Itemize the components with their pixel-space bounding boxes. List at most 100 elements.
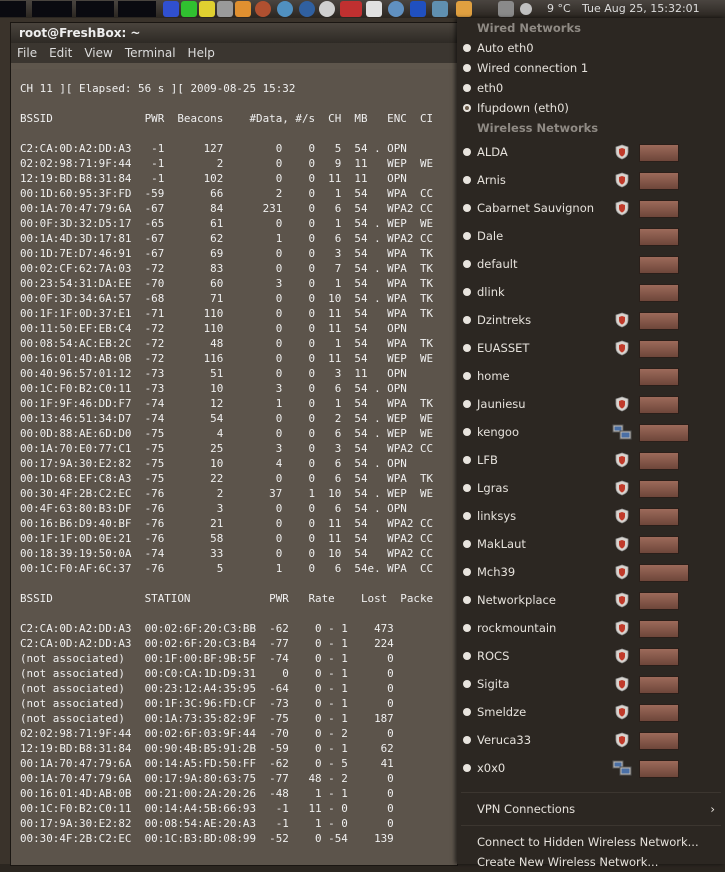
wireless-network-item[interactable]: Networkplace	[457, 586, 725, 614]
clock[interactable]: Tue Aug 25, 15:32:01	[582, 2, 700, 15]
radio-button-icon	[463, 736, 471, 744]
wireless-network-label: linksys	[477, 509, 517, 523]
wireless-network-label: Lgras	[477, 481, 509, 495]
cnet-icon[interactable]	[340, 1, 362, 17]
wireless-network-item[interactable]: Mch39	[457, 558, 725, 586]
app-icon-2[interactable]	[277, 1, 293, 17]
orange-square-icon[interactable]	[235, 1, 251, 17]
wireless-network-item[interactable]: Dale	[457, 222, 725, 250]
gray-square-icon[interactable]	[217, 1, 233, 17]
wireless-network-label: kengoo	[477, 425, 519, 439]
wireless-network-item[interactable]: Sigita	[457, 670, 725, 698]
vpn-connections-item[interactable]: VPN Connections ›	[457, 799, 725, 819]
app-icon-6[interactable]	[432, 1, 448, 17]
create-new-network-item[interactable]: Create New Wireless Network...	[457, 852, 725, 872]
wireless-network-label: Smeldze	[477, 705, 527, 719]
cpu-graph-applet[interactable]	[0, 1, 26, 17]
wireless-network-item[interactable]: EUASSET	[457, 334, 725, 362]
menu-file[interactable]: File	[17, 46, 37, 60]
lock-shield-icon	[615, 480, 629, 496]
radio-button-icon	[463, 204, 471, 212]
radio-button-icon	[463, 456, 471, 464]
menu-help[interactable]: Help	[188, 46, 215, 60]
wireless-network-item[interactable]: Cabarnet Sauvignon	[457, 194, 725, 222]
wireless-network-item[interactable]: home	[457, 362, 725, 390]
signal-strength-bar	[639, 536, 679, 554]
weather-icon[interactable]	[520, 3, 532, 15]
wireless-network-item[interactable]: LFB	[457, 446, 725, 474]
wireless-network-item[interactable]: Jauniesu	[457, 390, 725, 418]
wireless-network-item[interactable]: Dzintreks	[457, 306, 725, 334]
terminal-titlebar[interactable]: root@FreshBox: ~	[11, 23, 457, 43]
signal-strength-bar	[639, 312, 679, 330]
network-manager-icon[interactable]	[456, 1, 472, 17]
radio-button-icon	[463, 148, 471, 156]
wireless-network-item[interactable]: linksys	[457, 502, 725, 530]
wireless-network-label: LFB	[477, 453, 498, 467]
app-icon-3[interactable]	[299, 1, 315, 17]
load-graph-applet[interactable]	[118, 1, 156, 17]
radio-button-icon	[463, 84, 471, 92]
vpn-connections-label: VPN Connections	[477, 802, 576, 816]
radio-button-icon	[463, 428, 471, 436]
mail-icon[interactable]	[366, 1, 382, 17]
blue-square-icon[interactable]	[163, 1, 179, 17]
lock-shield-icon	[615, 452, 629, 468]
network-graph-applet[interactable]	[76, 1, 114, 17]
wireless-network-item[interactable]: Arnis	[457, 166, 725, 194]
wireless-network-label: rockmountain	[477, 621, 557, 635]
wireless-network-item[interactable]: x0x0	[457, 754, 725, 782]
green-square-icon[interactable]	[181, 1, 197, 17]
bluetooth-icon[interactable]	[410, 1, 426, 17]
radio-button-icon	[463, 260, 471, 268]
wireless-network-item[interactable]: MakLaut	[457, 530, 725, 558]
memory-graph-applet[interactable]	[32, 1, 72, 17]
signal-strength-bar	[639, 564, 689, 582]
menu-view[interactable]: View	[84, 46, 112, 60]
top-panel: 9 °C Tue Aug 25, 15:32:01	[0, 0, 725, 19]
wireless-network-item[interactable]: ROCS	[457, 642, 725, 670]
signal-strength-bar	[639, 480, 679, 498]
signal-strength-bar	[639, 284, 679, 302]
radio-button-icon	[463, 64, 471, 72]
wireless-network-item[interactable]: Veruca33	[457, 726, 725, 754]
app-icon-4[interactable]	[319, 1, 335, 17]
signal-strength-bar	[639, 200, 679, 218]
chevron-right-icon: ›	[710, 802, 715, 816]
radio-button-icon	[463, 288, 471, 296]
connect-hidden-network-item[interactable]: Connect to Hidden Wireless Network...	[457, 832, 725, 852]
terminal-screen[interactable]: CH 11 ][ Elapsed: 56 s ][ 2009-08-25 15:…	[11, 69, 457, 865]
menu-separator	[461, 825, 721, 826]
wireless-network-item[interactable]: Lgras	[457, 474, 725, 502]
lock-shield-icon	[615, 564, 629, 580]
wireless-network-item[interactable]: Smeldze	[457, 698, 725, 726]
wireless-network-item[interactable]: ALDA	[457, 138, 725, 166]
terminal-window: root@FreshBox: ~ File Edit View Terminal Hel…	[10, 22, 458, 866]
yellow-square-icon[interactable]	[199, 1, 215, 17]
wired-network-label: Wired connection 1	[477, 61, 589, 75]
weather-temperature[interactable]: 9 °C	[547, 2, 571, 15]
wired-network-item[interactable]: Ifupdown (eth0)	[457, 98, 725, 118]
app-icon-5[interactable]	[388, 1, 404, 17]
signal-strength-bar	[639, 760, 679, 778]
wireless-network-label: Networkplace	[477, 593, 556, 607]
wired-network-item[interactable]: eth0	[457, 78, 725, 98]
wireless-network-item[interactable]: rockmountain	[457, 614, 725, 642]
menu-edit[interactable]: Edit	[49, 46, 72, 60]
wired-network-item[interactable]: Auto eth0	[457, 38, 725, 58]
terminal-menubar: File Edit View Terminal Help	[11, 43, 457, 63]
wired-network-item[interactable]: Wired connection 1	[457, 58, 725, 78]
signal-strength-bar	[639, 172, 679, 190]
lock-shield-icon	[615, 508, 629, 524]
wireless-network-item[interactable]: default	[457, 250, 725, 278]
app-icon-1[interactable]	[255, 1, 271, 17]
radio-button-icon	[463, 400, 471, 408]
wireless-networks-header: Wireless Networks	[477, 121, 599, 135]
lock-shield-icon	[615, 172, 629, 188]
wireless-network-label: EUASSET	[477, 341, 530, 355]
menu-terminal[interactable]: Terminal	[125, 46, 176, 60]
lock-shield-icon	[615, 536, 629, 552]
wireless-network-item[interactable]: dlink	[457, 278, 725, 306]
wireless-network-item[interactable]: kengoo	[457, 418, 725, 446]
volume-icon[interactable]	[498, 1, 514, 17]
